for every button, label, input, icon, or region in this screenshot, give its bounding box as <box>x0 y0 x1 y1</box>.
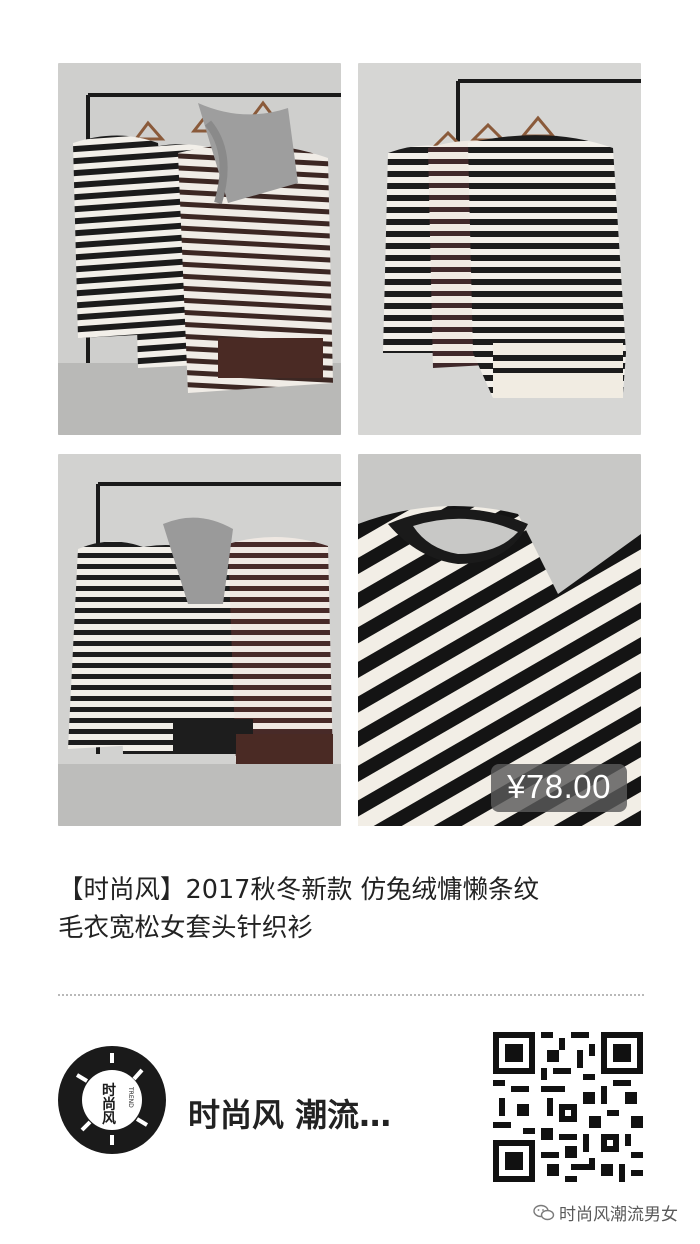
product-photo-1[interactable] <box>58 63 341 435</box>
source-label[interactable]: 时尚风潮流男女 <box>533 1200 678 1225</box>
shop-name[interactable]: 时尚风 潮流… <box>188 1090 391 1136</box>
product-photo-3[interactable] <box>58 454 341 826</box>
logo-trend-text: TREND <box>127 1086 134 1108</box>
svg-text:风: 风 <box>102 1111 116 1127</box>
dotted-divider <box>58 994 644 996</box>
product-title[interactable]: 【时尚风】2017秋冬新款 仿兔绒慵懒条纹 毛衣宽松女套头针织衫 <box>58 871 658 947</box>
product-photo-2[interactable] <box>358 63 641 435</box>
product-photo-4[interactable]: ¥78.00 <box>358 454 641 826</box>
price-badge: ¥78.00 <box>491 764 627 812</box>
product-title-line-2: 毛衣宽松女套头针织衫 <box>58 913 314 943</box>
source-text: 时尚风潮流男女 <box>559 1205 678 1225</box>
shop-logo[interactable]: 时 尚 风 TREND <box>57 1045 167 1155</box>
qr-code <box>493 1032 643 1182</box>
wechat-icon <box>533 1204 555 1220</box>
product-title-line-1: 【时尚风】2017秋冬新款 仿兔绒慵懒条纹 <box>58 875 540 905</box>
